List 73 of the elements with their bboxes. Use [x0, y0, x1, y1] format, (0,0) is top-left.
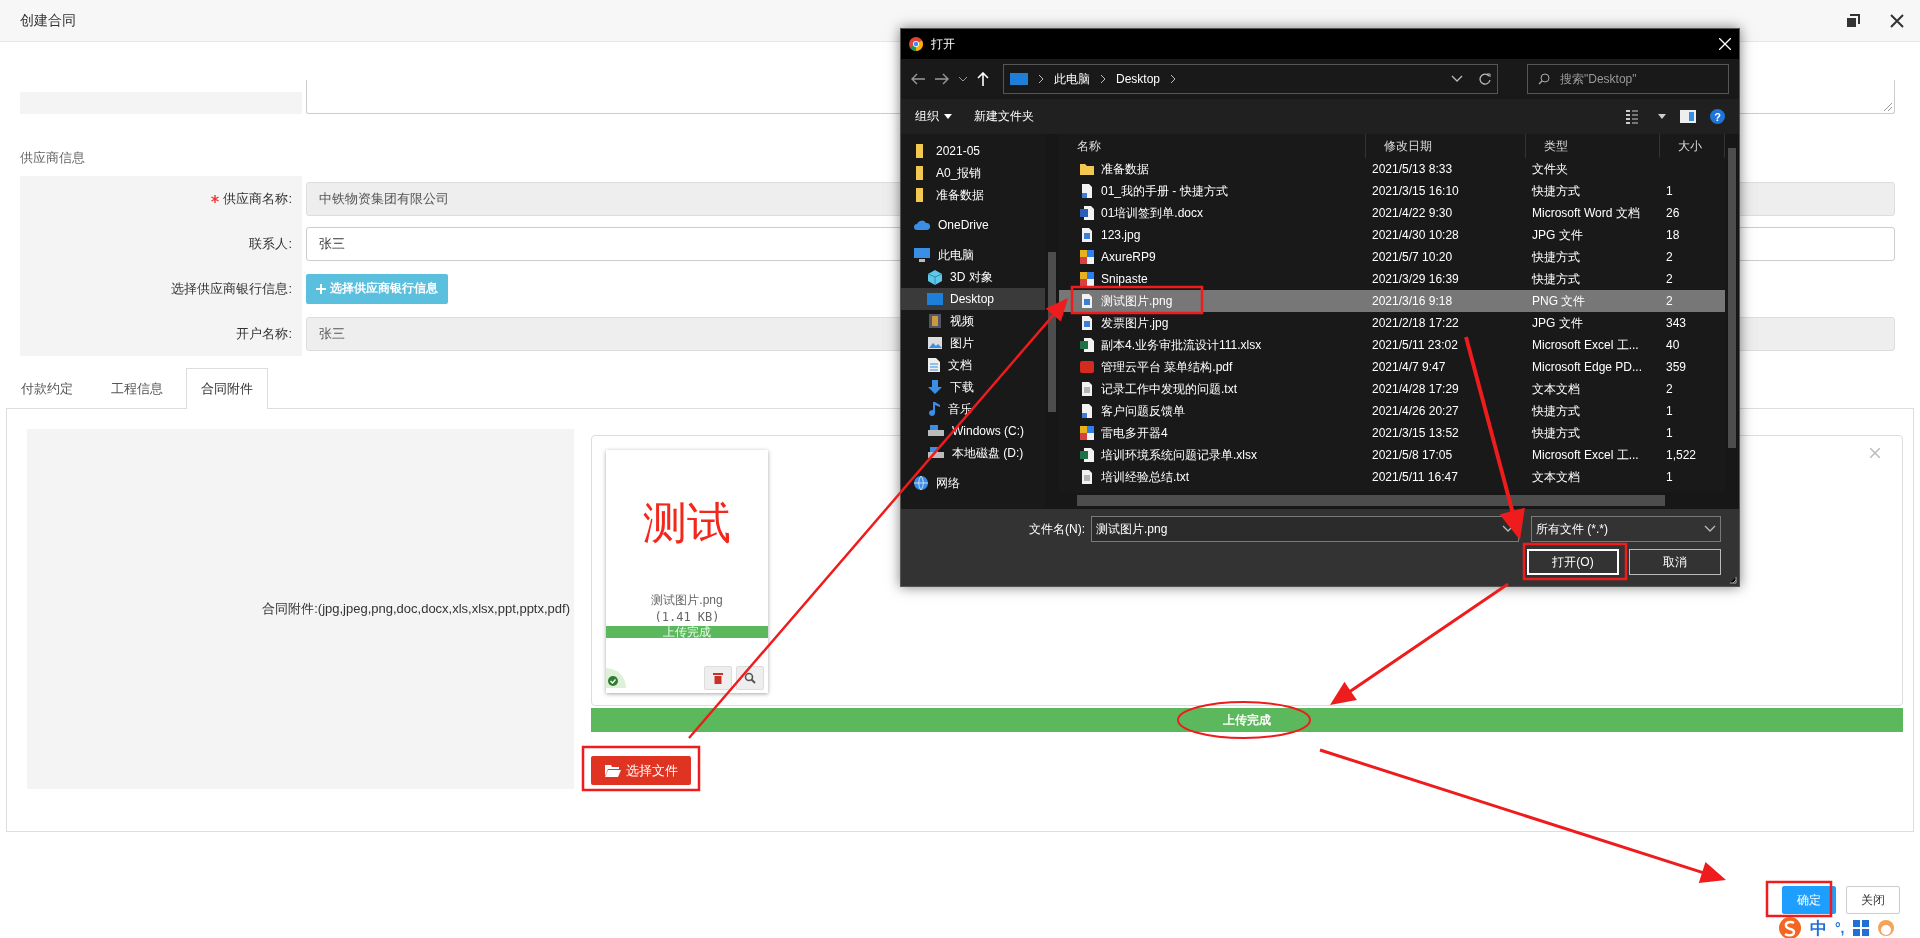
field-label: 开户名称:: [20, 311, 302, 356]
file-size: 343: [1665, 316, 1688, 330]
file-name: 测试图片.png: [1101, 292, 1173, 310]
file-size: 2: [1665, 382, 1674, 396]
file-name: 准备数据: [1101, 160, 1149, 178]
modified-date: 2021/5/7 10:20: [1371, 250, 1454, 264]
field-label: 选择供应商银行信息:: [20, 266, 302, 311]
file-size: 18: [1665, 228, 1681, 242]
modified-date: 2021/3/29 16:39: [1371, 272, 1460, 286]
file-type: 快捷方式: [1531, 270, 1581, 288]
file-type: 文件夹: [1531, 160, 1569, 178]
file-name: AxureRP9: [1101, 250, 1156, 264]
modified-date: 2021/4/30 10:28: [1371, 228, 1460, 242]
file-size: 2: [1665, 250, 1674, 264]
file-size: 2: [1665, 272, 1674, 286]
file-name: 01_我的手册 - 快捷方式: [1101, 182, 1228, 200]
file-name: Snipaste: [1101, 272, 1148, 286]
field-label: 联系人:: [20, 221, 302, 266]
file-type: Microsoft Excel 工...: [1531, 446, 1640, 464]
window-title: 创建合同: [20, 11, 76, 30]
file-type: Microsoft Excel 工...: [1531, 336, 1640, 354]
section-title: 供应商信息: [20, 149, 85, 167]
file-type: JPG 文件: [1531, 314, 1584, 332]
file-type: 快捷方式: [1531, 248, 1581, 266]
file-type: Microsoft Word 文档: [1531, 204, 1641, 222]
file-name: 培训经验总结.txt: [1101, 468, 1189, 486]
file-size: 1: [1665, 404, 1674, 418]
file-size: 359: [1665, 360, 1688, 374]
file-size: 1: [1665, 184, 1674, 198]
field-label: 合同附件:(jpg,jpeg,png,doc,docx,xls,xlsx,ppt,pptx,pdf): [27, 429, 574, 789]
file-type: 文本文档: [1531, 468, 1581, 486]
file-name: 雷电多开器4: [1101, 424, 1168, 442]
file-type: 快捷方式: [1531, 182, 1581, 200]
file-name: 客户问题反馈单: [1101, 402, 1185, 420]
modified-date: 2021/5/8 17:05: [1371, 448, 1454, 462]
file-name-label: 文件名(N):: [1029, 520, 1085, 538]
file-name: 培训环境系统问题记录单.xlsx: [1101, 446, 1257, 464]
modified-date: 2021/2/18 17:22: [1371, 316, 1460, 330]
modified-date: 2021/5/11 16:47: [1371, 470, 1459, 484]
file-name: 01培训签到单.docx: [1101, 204, 1204, 222]
file-name: 发票图片.jpg: [1101, 314, 1169, 332]
file-name: 123.jpg: [1101, 228, 1141, 242]
file-type: Microsoft Edge PD...: [1531, 360, 1644, 374]
upload-status: 上传完成: [606, 626, 768, 638]
preview-text: 测试: [643, 498, 731, 548]
modified-date: 2021/3/16 9:18: [1371, 294, 1454, 308]
modified-date: 2021/5/13 8:33: [1371, 162, 1454, 176]
file-type: PNG 文件: [1531, 292, 1587, 310]
progress-text: 上传完成: [1223, 711, 1271, 729]
file-size: 2: [1665, 294, 1674, 308]
file-size: 1: [1665, 426, 1674, 440]
file-name: 管理云平台 菜单结构.pdf: [1101, 358, 1233, 376]
field-label: 供应商名称:: [20, 176, 302, 221]
file-name: 记录工作中发现的问题.txt: [1101, 380, 1237, 398]
modified-date: 2021/3/15 16:10: [1371, 184, 1460, 198]
modified-date: 2021/4/7 9:47: [1371, 360, 1447, 374]
modified-date: 2021/4/22 9:30: [1371, 206, 1454, 220]
file-size: 40: [1665, 338, 1681, 352]
file-name: 测试图片.png: [651, 592, 723, 609]
file-size: (1.41 KB): [654, 610, 720, 624]
dialog-title: 打开: [931, 35, 955, 53]
modified-date: 2021/4/26 20:27: [1371, 404, 1460, 418]
file-size: 26: [1665, 206, 1681, 220]
file-size: 1: [1665, 470, 1674, 484]
modified-date: 2021/4/28 17:29: [1371, 382, 1460, 396]
file-type: JPG 文件: [1531, 226, 1584, 244]
modified-date: 2021/3/15 13:52: [1371, 426, 1460, 440]
file-type: 快捷方式: [1531, 402, 1581, 420]
file-type: 文本文档: [1531, 380, 1581, 398]
file-name: 副本4.业务审批流设计111.xlsx: [1101, 336, 1262, 354]
file-type: 快捷方式: [1531, 424, 1581, 442]
modified-date: 2021/5/11 23:02: [1371, 338, 1459, 352]
file-size: 1,522: [1665, 448, 1698, 462]
